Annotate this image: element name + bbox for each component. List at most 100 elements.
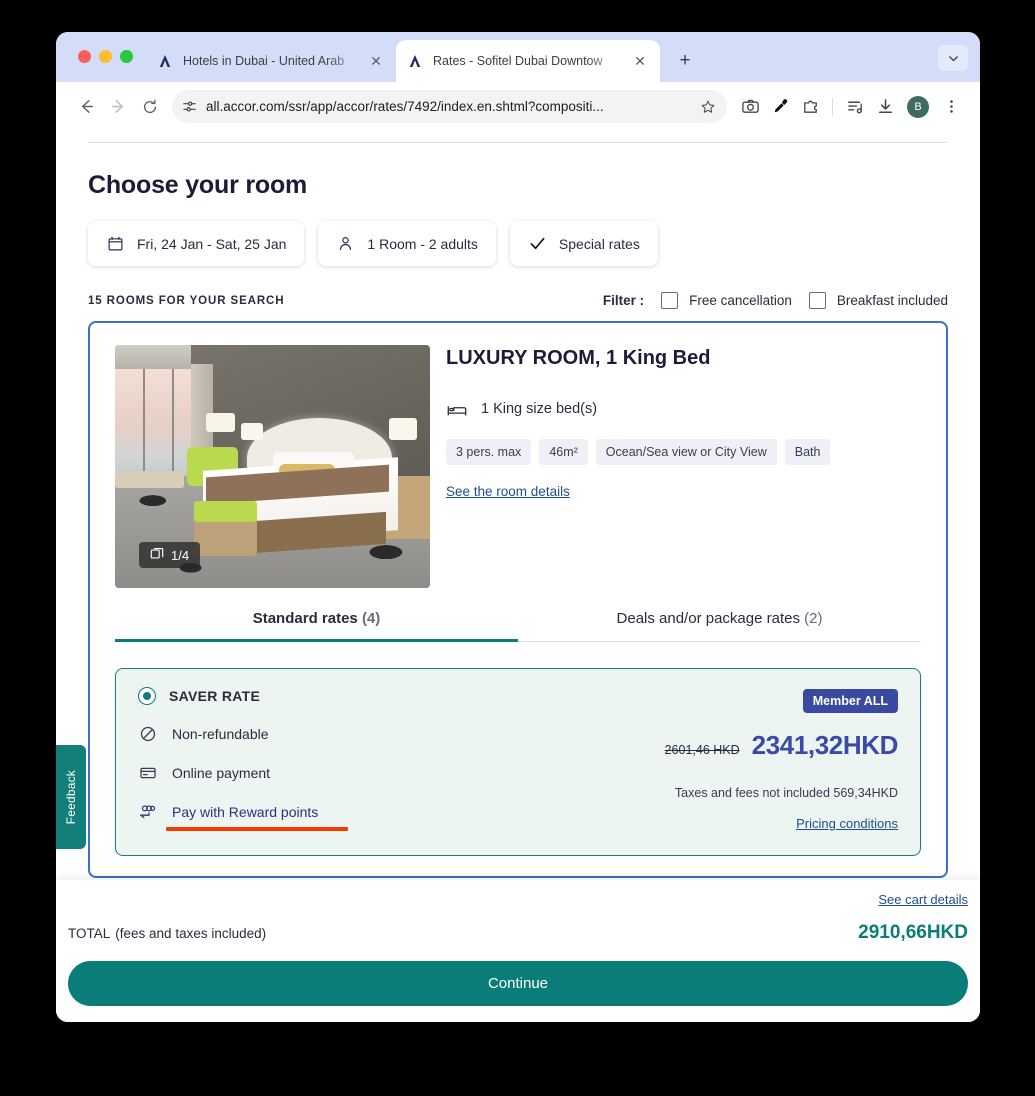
extensions-icon[interactable] bbox=[795, 92, 825, 122]
see-room-details-link[interactable]: See the room details bbox=[446, 484, 570, 499]
rate-pricing: Member ALL 2601,46 HKD 2341,32HKD Taxes … bbox=[598, 687, 898, 833]
browser-tab-title: Hotels in Dubai - United Arab bbox=[183, 54, 345, 68]
room-photo[interactable]: 1/4 bbox=[115, 345, 430, 588]
cart-details-row: See cart details bbox=[68, 880, 968, 909]
room-bed-row: 1 King size bed(s) bbox=[446, 398, 921, 420]
profile-avatar[interactable]: B bbox=[907, 95, 929, 118]
feedback-tab[interactable]: Feedback bbox=[56, 745, 86, 849]
maximize-window-button[interactable] bbox=[120, 50, 133, 63]
room-amenity-tags: 3 pers. max 46m² Ocean/Sea view or City … bbox=[446, 439, 921, 465]
rate-feature-pay-with-reward-points[interactable]: Pay with Reward points bbox=[138, 802, 598, 831]
no-refund-icon bbox=[138, 724, 158, 744]
calendar-icon bbox=[106, 234, 125, 253]
annotation-underline bbox=[166, 827, 348, 831]
tax-note: Taxes and fees not included 569,34HKD bbox=[674, 786, 898, 800]
filter-row: 15 ROOMS FOR YOUR SEARCH Filter : Free c… bbox=[88, 292, 948, 309]
rates-page: Choose your room Fri, 24 Jan - Sat, 25 J… bbox=[56, 131, 980, 938]
page-title: Choose your room bbox=[88, 171, 308, 199]
reload-icon[interactable] bbox=[134, 91, 166, 123]
chip-dates-label: Fri, 24 Jan - Sat, 25 Jan bbox=[137, 235, 287, 252]
chip-special-rates-label: Special rates bbox=[558, 235, 640, 252]
checkbox-icon[interactable] bbox=[808, 292, 826, 309]
rate-option-saver-rate[interactable]: SAVER RATE Non-refundable Online payment… bbox=[115, 668, 921, 856]
tab-standard-rates-count: (4) bbox=[361, 610, 381, 627]
feedback-tab-label: Feedback bbox=[64, 769, 78, 825]
minimize-window-button[interactable] bbox=[99, 50, 112, 63]
page-viewport: Choose your room Fri, 24 Jan - Sat, 25 J… bbox=[56, 131, 980, 1022]
price-row: 2601,46 HKD 2341,32HKD bbox=[598, 730, 899, 761]
total-label: TOTAL bbox=[68, 926, 111, 941]
close-tab-icon[interactable]: ✕ bbox=[366, 51, 386, 71]
pricing-conditions-link[interactable]: Pricing conditions bbox=[796, 816, 898, 831]
original-price: 2601,46 HKD bbox=[664, 743, 740, 757]
rate-header: SAVER RATE bbox=[138, 687, 598, 705]
back-arrow-icon[interactable] bbox=[70, 91, 102, 123]
checkbox-icon[interactable] bbox=[661, 292, 679, 309]
filter-free-cancellation[interactable]: Free cancellation bbox=[661, 292, 792, 309]
screenshot-camera-icon[interactable] bbox=[735, 92, 765, 122]
filter-breakfast-included[interactable]: Breakfast included bbox=[808, 292, 948, 309]
bed-icon bbox=[446, 398, 468, 420]
site-settings-icon[interactable] bbox=[176, 94, 202, 120]
total-note: (fees and taxes included) bbox=[115, 926, 267, 941]
room-tag: 3 pers. max bbox=[446, 439, 532, 465]
tab-standard-rates[interactable]: Standard rates (4) bbox=[115, 610, 518, 641]
filter-label: Filter : bbox=[602, 293, 645, 308]
browser-tab-rates-sofitel[interactable]: Rates - Sofitel Dubai Downtow ✕ bbox=[396, 40, 660, 82]
address-bar-url[interactable]: all.accor.com/ssr/app/accor/rates/7492/i… bbox=[202, 99, 695, 114]
top-divider bbox=[88, 142, 948, 143]
reward-points-icon bbox=[138, 802, 158, 822]
credit-card-icon bbox=[138, 763, 158, 783]
new-tab-button[interactable]: + bbox=[672, 48, 698, 74]
rate-tabs: Standard rates (4) Deals and/or package … bbox=[115, 610, 921, 642]
chip-special-rates[interactable]: Special rates bbox=[509, 221, 658, 266]
forward-arrow-icon[interactable] bbox=[102, 91, 134, 123]
rate-feature-online-payment: Online payment bbox=[138, 763, 598, 783]
eyedropper-icon[interactable] bbox=[765, 92, 795, 122]
room-tag: Ocean/Sea view or City View bbox=[595, 439, 777, 465]
room-card: 1/4 LUXURY ROOM, 1 King Bed 1 King size … bbox=[88, 321, 948, 878]
tab-standard-rates-label: Standard rates bbox=[252, 610, 358, 627]
rate-name: SAVER RATE bbox=[169, 688, 261, 704]
chip-occupancy-label: 1 Room - 2 adults bbox=[367, 235, 478, 252]
tab-deals-package-rates[interactable]: Deals and/or package rates (2) bbox=[518, 610, 921, 641]
reading-list-icon[interactable] bbox=[840, 92, 870, 122]
rate-feature-label: Non-refundable bbox=[172, 726, 269, 742]
room-title: LUXURY ROOM, 1 King Bed bbox=[446, 347, 711, 369]
browser-tab-title: Rates - Sofitel Dubai Downtow bbox=[433, 54, 603, 68]
rate-feature-label: Pay with Reward points bbox=[172, 804, 319, 820]
close-tab-icon[interactable]: ✕ bbox=[630, 51, 650, 71]
room-bed-label: 1 King size bed(s) bbox=[481, 401, 598, 417]
filter-free-cancellation-label: Free cancellation bbox=[689, 293, 792, 308]
see-cart-details-link[interactable]: See cart details bbox=[878, 892, 968, 907]
room-info: LUXURY ROOM, 1 King Bed 1 King size bed(… bbox=[446, 345, 921, 588]
tab-search-chevron-down-icon[interactable] bbox=[938, 45, 968, 71]
browser-tab-hotels-in-dubai[interactable]: Hotels in Dubai - United Arab ✕ bbox=[146, 40, 396, 82]
person-icon bbox=[336, 234, 355, 253]
downloads-icon[interactable] bbox=[870, 92, 900, 122]
browser-tab-strip: Hotels in Dubai - United Arab ✕ Rates - … bbox=[56, 32, 980, 82]
total-label-group: TOTAL (fees and taxes included) bbox=[68, 922, 266, 943]
room-tag: Bath bbox=[784, 439, 831, 465]
bookmark-star-icon[interactable] bbox=[695, 94, 721, 120]
tab-active-indicator bbox=[115, 639, 518, 642]
chip-dates[interactable]: Fri, 24 Jan - Sat, 25 Jan bbox=[88, 221, 305, 266]
member-all-badge: Member ALL bbox=[802, 689, 898, 713]
search-summary-chips: Fri, 24 Jan - Sat, 25 Jan 1 Room - 2 adu… bbox=[88, 221, 948, 266]
tab-deals-package-rates-count: (2) bbox=[804, 610, 823, 627]
check-icon bbox=[528, 234, 547, 253]
continue-button[interactable]: Continue bbox=[68, 961, 968, 1006]
accor-icon bbox=[156, 52, 174, 70]
gallery-icon bbox=[150, 547, 164, 564]
kebab-menu-icon[interactable] bbox=[936, 92, 966, 122]
window-traffic-lights bbox=[78, 50, 133, 63]
rate-radio-button[interactable] bbox=[138, 687, 156, 705]
room-tag: 46m² bbox=[539, 439, 588, 465]
close-window-button[interactable] bbox=[78, 50, 91, 63]
photo-counter-label: 1/4 bbox=[171, 547, 190, 563]
browser-toolbar: all.accor.com/ssr/app/accor/rates/7492/i… bbox=[56, 82, 980, 131]
address-bar[interactable]: all.accor.com/ssr/app/accor/rates/7492/i… bbox=[172, 90, 727, 123]
sticky-footer: See cart details TOTAL (fees and taxes i… bbox=[56, 880, 980, 1022]
chip-occupancy[interactable]: 1 Room - 2 adults bbox=[318, 221, 496, 266]
total-row: TOTAL (fees and taxes included) 2910,66H… bbox=[68, 922, 968, 944]
